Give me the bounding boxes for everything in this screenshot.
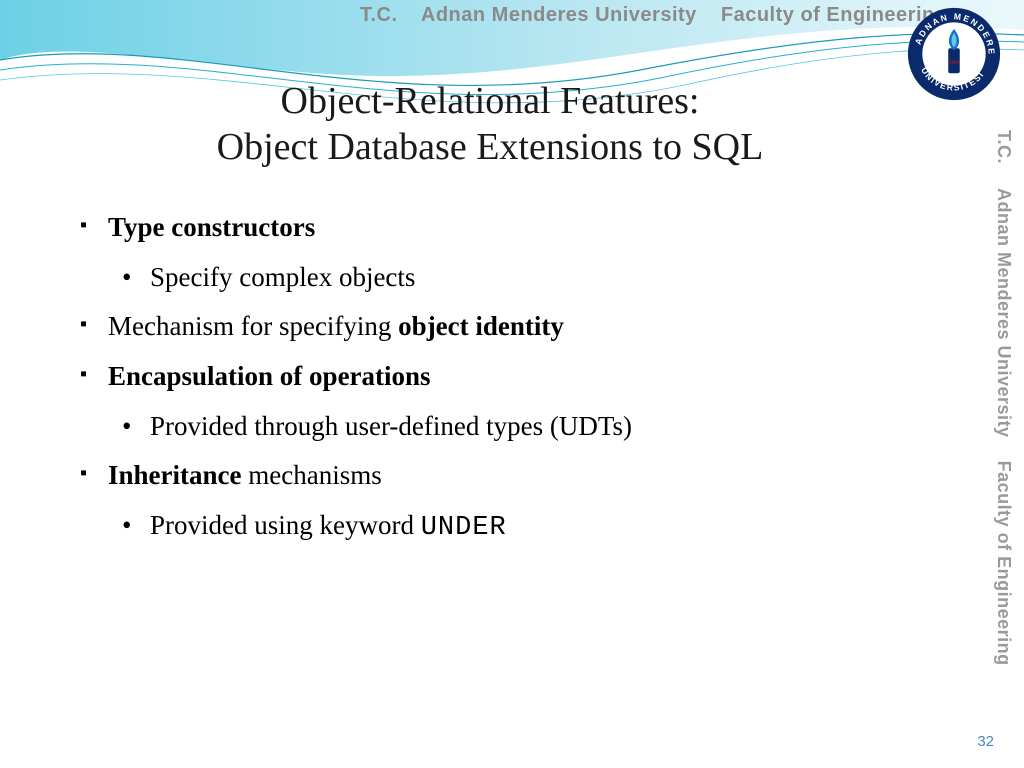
bullet-text-mono: UNDER bbox=[421, 513, 507, 543]
slide-body: Type constructors Specify complex object… bbox=[80, 210, 900, 560]
title-line-2: Object Database Extensions to SQL bbox=[0, 124, 980, 170]
bullet-inheritance: Inheritance mechanisms bbox=[80, 458, 900, 494]
header-university: Adnan Menderes University bbox=[421, 4, 697, 26]
side-university: Adnan Menderes University bbox=[993, 188, 1014, 438]
side-faculty: Faculty of Engineering bbox=[994, 461, 1014, 666]
bullet-text-bold: Inheritance bbox=[108, 460, 241, 490]
logo-year: 1992 bbox=[949, 60, 960, 66]
bullet-text: Encapsulation of operations bbox=[108, 361, 431, 391]
bullet-text-pre: Mechanism for specifying bbox=[108, 311, 398, 341]
page-number: 32 bbox=[977, 733, 994, 750]
header-tc: T.C. bbox=[360, 4, 398, 26]
bullet-text-bold: object identity bbox=[398, 311, 564, 341]
subbullet-under-keyword: Provided using keyword UNDER bbox=[122, 508, 900, 547]
subbullet-specify-complex-objects: Specify complex objects bbox=[122, 260, 900, 296]
bullet-text: Type constructors bbox=[108, 212, 315, 242]
header-affiliation: T.C. Adnan Menderes University Faculty o… bbox=[360, 4, 947, 27]
bullet-text: Provided through user-defined types (UDT… bbox=[150, 411, 632, 441]
title-line-1: Object-Relational Features: bbox=[0, 78, 980, 124]
slide-title: Object-Relational Features: Object Datab… bbox=[0, 78, 980, 171]
bullet-type-constructors: Type constructors bbox=[80, 210, 900, 246]
slide: T.C. Adnan Menderes University Faculty o… bbox=[0, 0, 1024, 768]
bullet-text-post: mechanisms bbox=[241, 460, 381, 490]
subbullet-udts: Provided through user-defined types (UDT… bbox=[122, 409, 900, 445]
bullet-text: Specify complex objects bbox=[150, 262, 415, 292]
bullet-object-identity: Mechanism for specifying object identity bbox=[80, 309, 900, 345]
side-tc: T.C. bbox=[993, 130, 1014, 164]
bullet-text-pre: Provided using keyword bbox=[150, 510, 421, 540]
side-affiliation: T.C. Adnan Menderes University Faculty o… bbox=[984, 130, 1014, 690]
bullet-encapsulation: Encapsulation of operations bbox=[80, 359, 900, 395]
